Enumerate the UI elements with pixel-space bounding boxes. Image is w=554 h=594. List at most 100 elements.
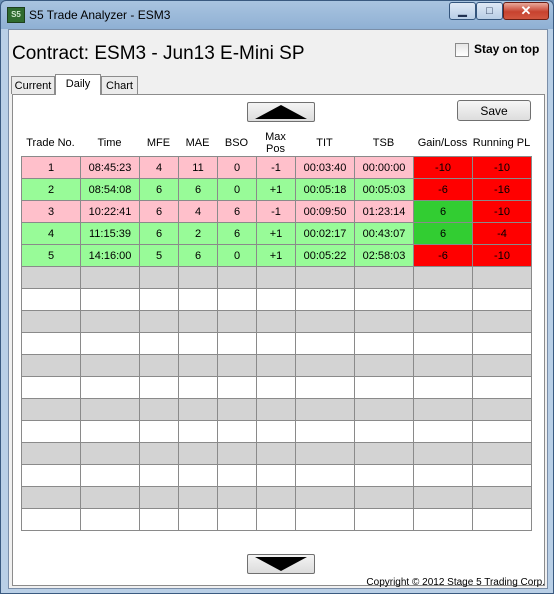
empty-cell[interactable] — [178, 310, 218, 333]
cell-time[interactable]: 10:22:41 — [80, 200, 140, 223]
empty-cell[interactable] — [413, 376, 473, 399]
empty-cell[interactable] — [80, 508, 140, 531]
empty-cell[interactable] — [413, 310, 473, 333]
empty-cell[interactable] — [413, 442, 473, 465]
cell-bso[interactable]: 6 — [217, 222, 257, 245]
empty-cell[interactable] — [472, 442, 532, 465]
cell-mae[interactable]: 4 — [178, 200, 218, 223]
empty-cell[interactable] — [139, 376, 179, 399]
cell-mfe[interactable]: 6 — [139, 200, 179, 223]
empty-cell[interactable] — [354, 310, 414, 333]
title-bar[interactable]: S5 S5 Trade Analyzer - ESM3 ▁ □ ✕ — [1, 1, 553, 29]
empty-cell[interactable] — [21, 442, 81, 465]
trade-row[interactable]: 1 08:45:23 4 11 0 -1 00:03:40 00:00:00 -10 -10 — [21, 156, 532, 179]
empty-cell[interactable] — [139, 420, 179, 443]
empty-cell[interactable] — [80, 464, 140, 487]
empty-cell[interactable] — [472, 376, 532, 399]
empty-cell[interactable] — [256, 376, 296, 399]
empty-cell[interactable] — [295, 266, 355, 289]
empty-row[interactable] — [21, 332, 532, 355]
empty-cell[interactable] — [295, 376, 355, 399]
empty-cell[interactable] — [295, 420, 355, 443]
empty-cell[interactable] — [472, 354, 532, 377]
empty-cell[interactable] — [139, 464, 179, 487]
empty-cell[interactable] — [21, 376, 81, 399]
empty-cell[interactable] — [256, 354, 296, 377]
empty-cell[interactable] — [217, 464, 257, 487]
empty-cell[interactable] — [354, 376, 414, 399]
save-button[interactable]: Save — [457, 100, 531, 121]
cell-mfe[interactable]: 4 — [139, 156, 179, 179]
cell-maxpos[interactable]: +1 — [256, 244, 296, 267]
empty-cell[interactable] — [295, 332, 355, 355]
empty-cell[interactable] — [139, 310, 179, 333]
tab-current[interactable]: Current — [11, 76, 55, 94]
empty-cell[interactable] — [354, 398, 414, 421]
empty-cell[interactable] — [413, 398, 473, 421]
cell-mfe[interactable]: 6 — [139, 222, 179, 245]
cell-bso[interactable]: 6 — [217, 200, 257, 223]
empty-cell[interactable] — [217, 288, 257, 311]
empty-cell[interactable] — [80, 398, 140, 421]
cell-maxpos[interactable]: -1 — [256, 200, 296, 223]
empty-row[interactable] — [21, 376, 532, 399]
empty-cell[interactable] — [21, 398, 81, 421]
close-button[interactable]: ✕ — [503, 2, 549, 20]
empty-cell[interactable] — [80, 310, 140, 333]
empty-cell[interactable] — [178, 332, 218, 355]
cell-tsb[interactable]: 01:23:14 — [354, 200, 414, 223]
empty-cell[interactable] — [256, 332, 296, 355]
empty-cell[interactable] — [139, 398, 179, 421]
cell-tsb[interactable]: 00:05:03 — [354, 178, 414, 201]
minimize-button[interactable]: ▁ — [449, 2, 476, 20]
empty-cell[interactable] — [413, 486, 473, 509]
empty-cell[interactable] — [80, 266, 140, 289]
empty-cell[interactable] — [21, 310, 81, 333]
empty-cell[interactable] — [354, 266, 414, 289]
empty-cell[interactable] — [354, 354, 414, 377]
cell-tit[interactable]: 00:02:17 — [295, 222, 355, 245]
cell-running[interactable]: -10 — [472, 200, 532, 223]
cell-trade[interactable]: 3 — [21, 200, 81, 223]
cell-tsb[interactable]: 00:00:00 — [354, 156, 414, 179]
empty-cell[interactable] — [21, 508, 81, 531]
empty-cell[interactable] — [139, 332, 179, 355]
empty-row[interactable] — [21, 486, 532, 509]
empty-cell[interactable] — [178, 376, 218, 399]
empty-cell[interactable] — [295, 508, 355, 531]
empty-cell[interactable] — [80, 354, 140, 377]
empty-cell[interactable] — [295, 310, 355, 333]
scroll-down-button[interactable] — [247, 554, 315, 574]
empty-cell[interactable] — [217, 486, 257, 509]
cell-bso[interactable]: 0 — [217, 178, 257, 201]
empty-cell[interactable] — [21, 288, 81, 311]
empty-cell[interactable] — [178, 266, 218, 289]
empty-cell[interactable] — [80, 442, 140, 465]
cell-tsb[interactable]: 00:43:07 — [354, 222, 414, 245]
empty-cell[interactable] — [217, 310, 257, 333]
empty-cell[interactable] — [80, 332, 140, 355]
empty-cell[interactable] — [256, 288, 296, 311]
cell-running[interactable]: -4 — [472, 222, 532, 245]
cell-running[interactable]: -16 — [472, 178, 532, 201]
empty-row[interactable] — [21, 354, 532, 377]
cell-mae[interactable]: 2 — [178, 222, 218, 245]
empty-cell[interactable] — [256, 486, 296, 509]
empty-cell[interactable] — [295, 442, 355, 465]
empty-cell[interactable] — [295, 354, 355, 377]
empty-cell[interactable] — [256, 464, 296, 487]
cell-time[interactable]: 08:54:08 — [80, 178, 140, 201]
empty-cell[interactable] — [139, 266, 179, 289]
empty-row[interactable] — [21, 508, 532, 531]
empty-cell[interactable] — [217, 508, 257, 531]
cell-trade[interactable]: 2 — [21, 178, 81, 201]
cell-gain[interactable]: 6 — [413, 222, 473, 245]
cell-tit[interactable]: 00:05:18 — [295, 178, 355, 201]
tab-chart[interactable]: Chart — [101, 76, 138, 94]
empty-cell[interactable] — [472, 310, 532, 333]
empty-cell[interactable] — [295, 464, 355, 487]
empty-cell[interactable] — [472, 508, 532, 531]
empty-row[interactable] — [21, 266, 532, 289]
empty-cell[interactable] — [354, 288, 414, 311]
empty-cell[interactable] — [139, 288, 179, 311]
